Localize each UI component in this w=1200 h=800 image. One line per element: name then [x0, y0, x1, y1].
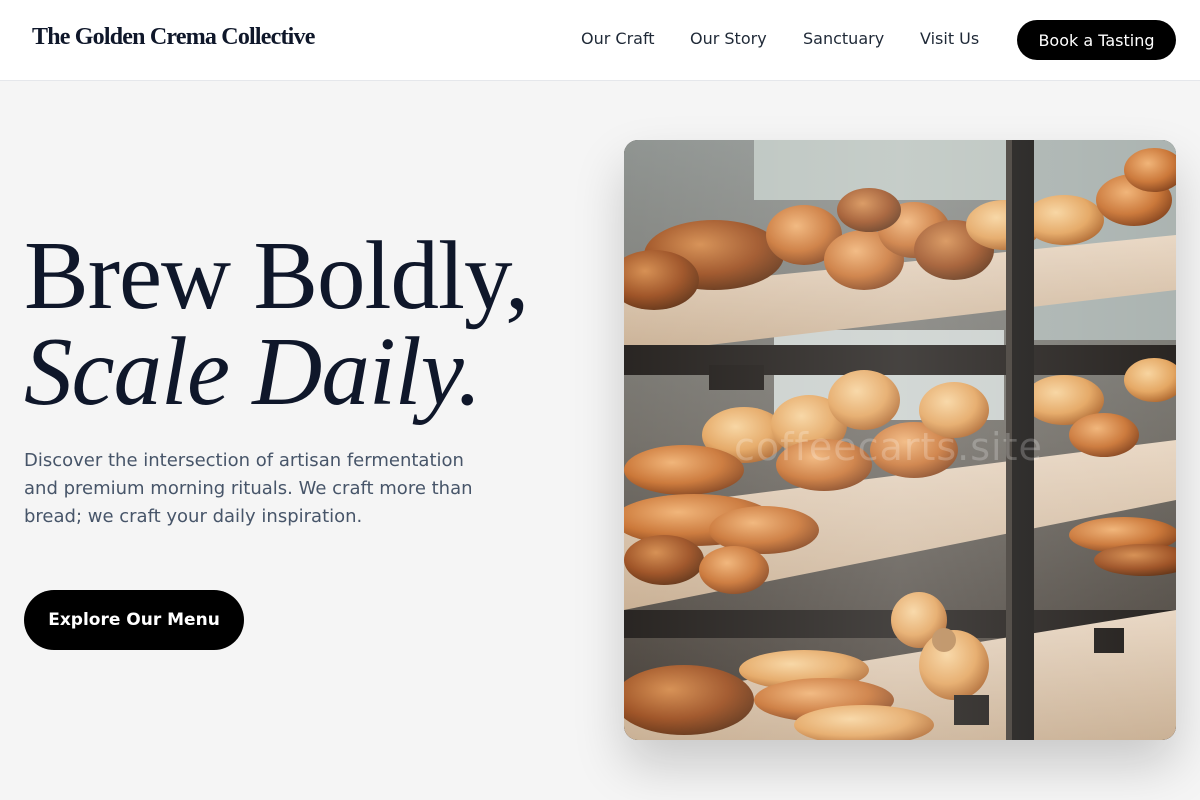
hero-bakery-image: coffeecarts.site — [624, 140, 1176, 740]
headline-line-2: Scale Daily. — [24, 318, 482, 425]
brand-logo[interactable]: The Golden Crema Collective — [32, 24, 315, 51]
nav-link-visit-us[interactable]: Visit Us — [920, 29, 979, 48]
book-tasting-button[interactable]: Book a Tasting — [1017, 20, 1176, 60]
headline-line-1: Brew Boldly, — [24, 222, 529, 329]
nav-link-sanctuary[interactable]: Sanctuary — [803, 29, 884, 48]
hero-description: Discover the intersection of artisan fer… — [24, 450, 473, 527]
hero-headline: Brew Boldly, Scale Daily. — [24, 222, 584, 425]
image-watermark: coffeecarts.site — [734, 425, 1043, 469]
site-header: The Golden Crema Collective Our Craft Ou… — [0, 0, 1200, 81]
nav-link-our-craft[interactable]: Our Craft — [581, 29, 655, 48]
explore-menu-button[interactable]: Explore Our Menu — [24, 590, 244, 650]
nav-link-our-story[interactable]: Our Story — [690, 29, 767, 48]
